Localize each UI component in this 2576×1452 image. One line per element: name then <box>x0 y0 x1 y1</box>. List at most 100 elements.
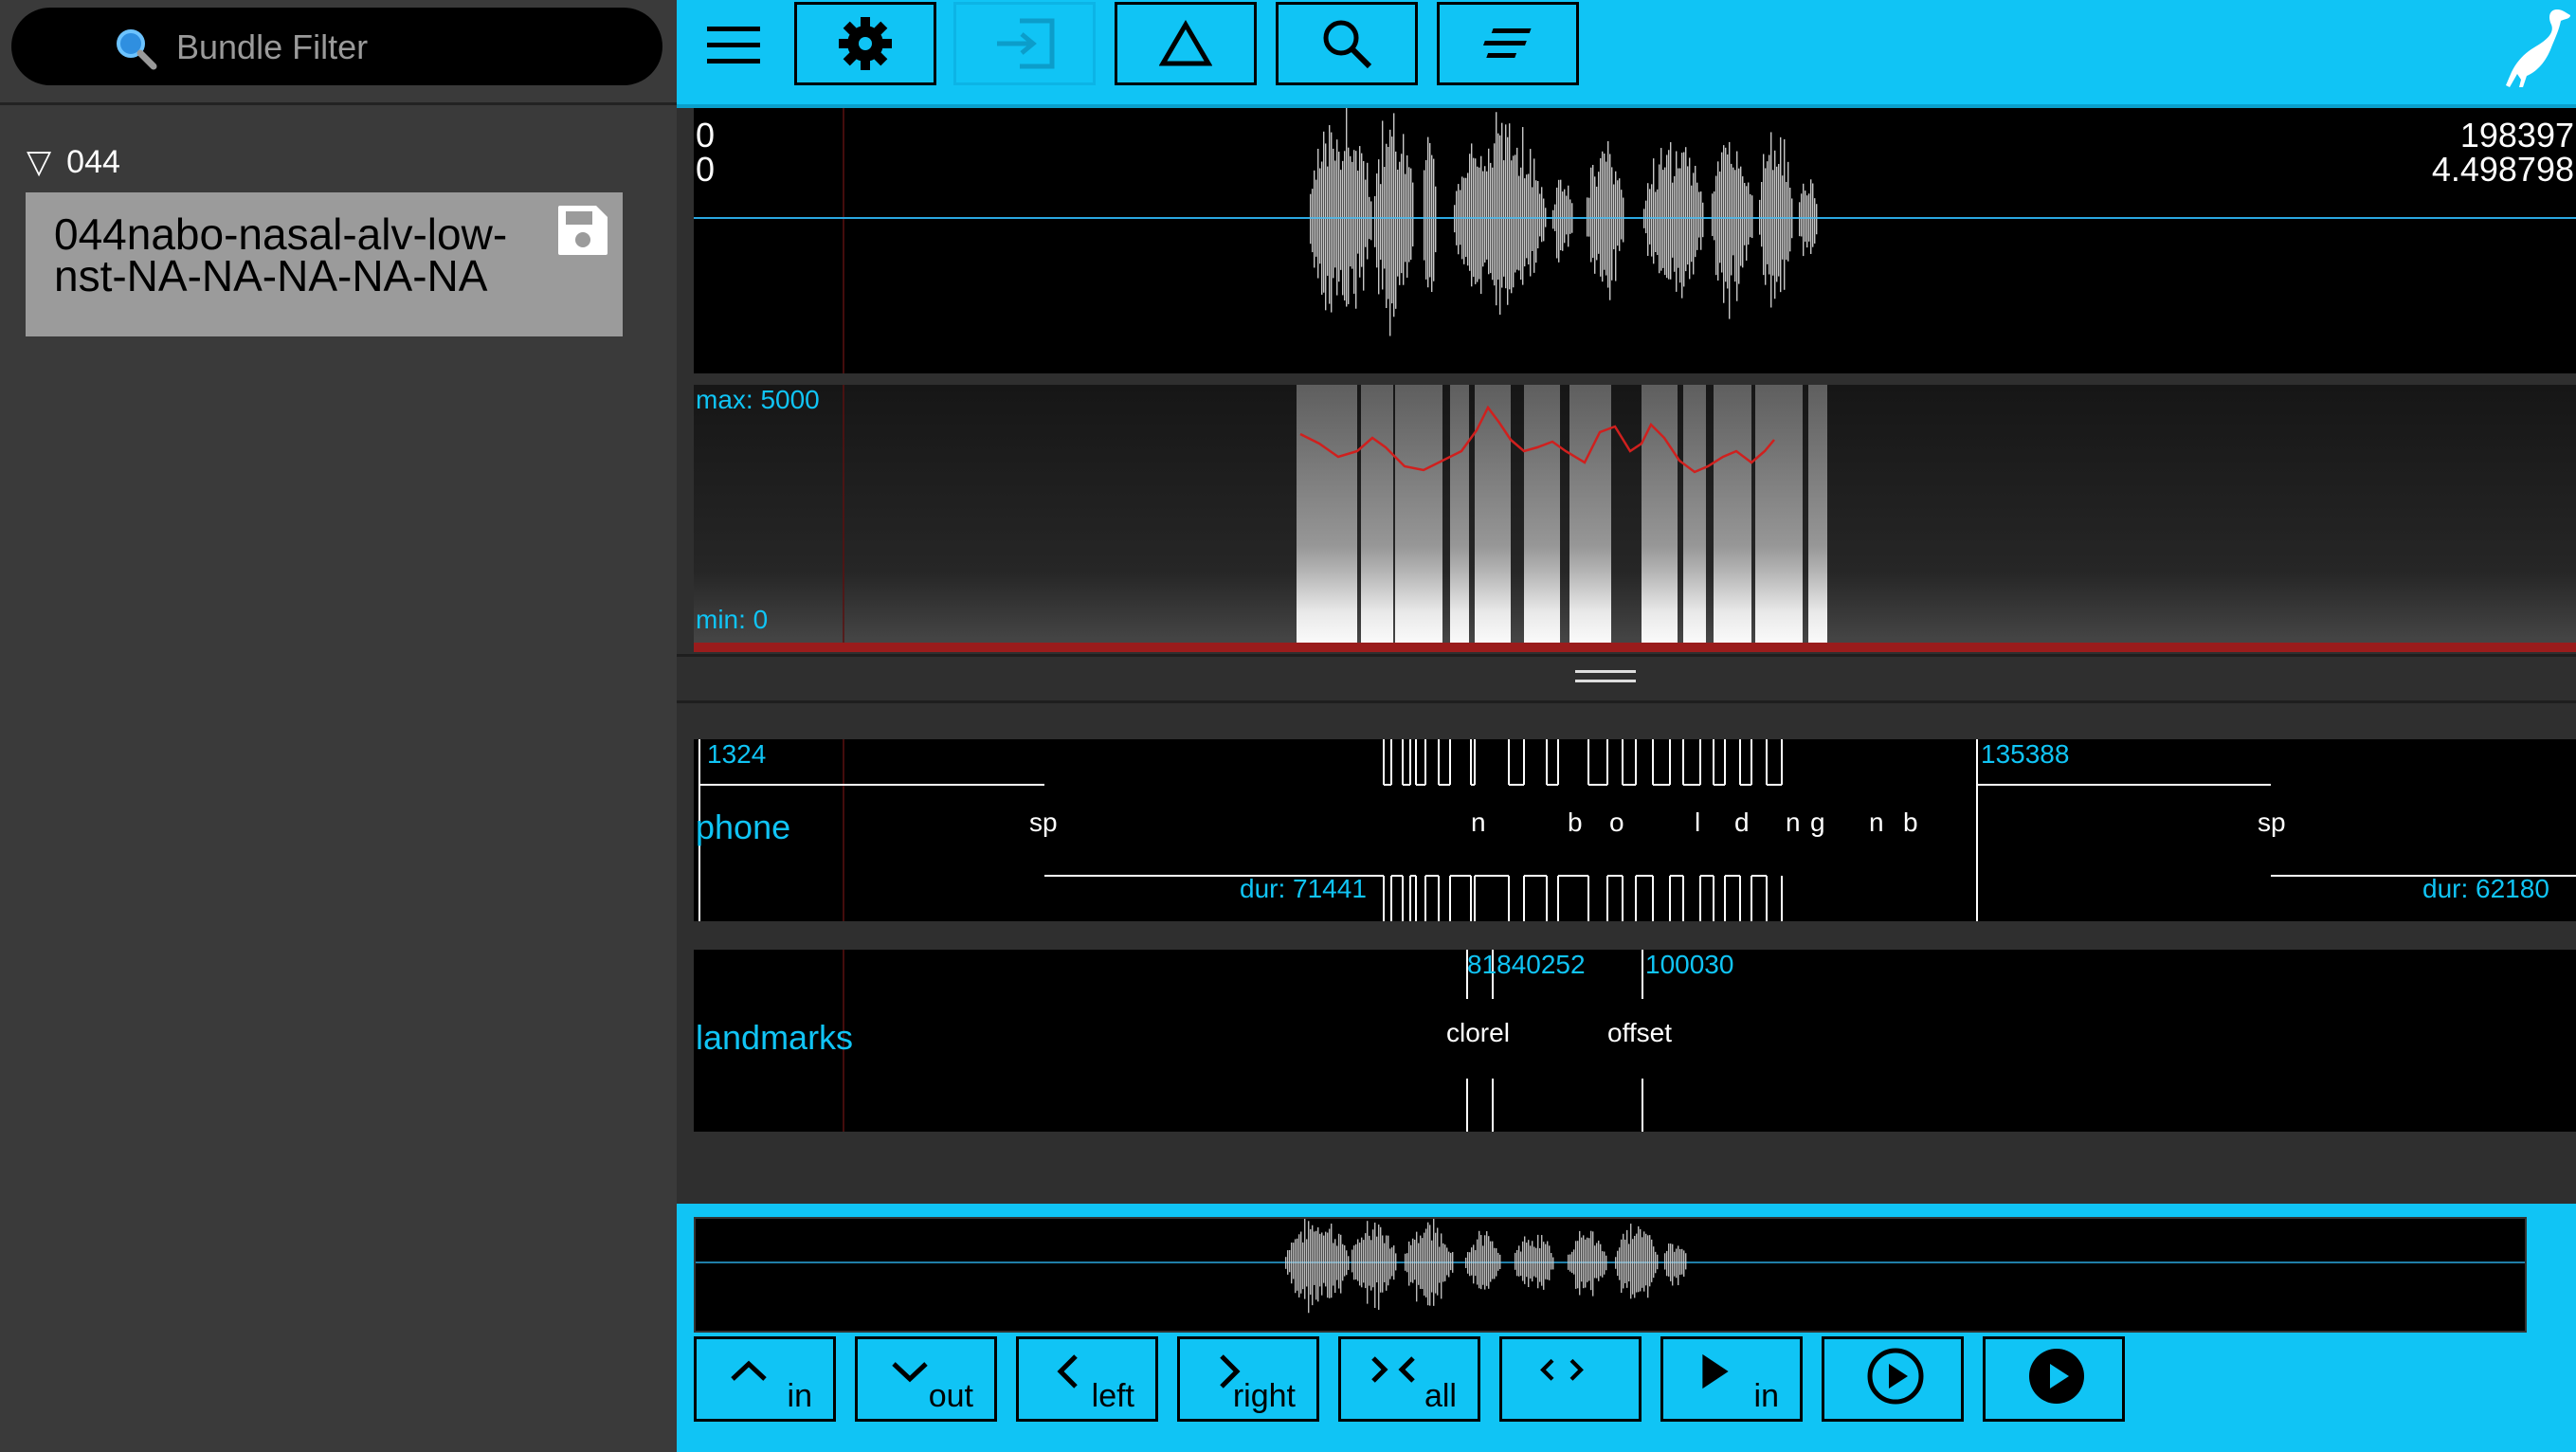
waveform-sample <box>1649 189 1651 245</box>
event-label[interactable]: offset <box>1607 1018 1672 1048</box>
delta-button[interactable] <box>1115 2 1257 85</box>
play-selection-button[interactable] <box>1822 1336 1964 1422</box>
waveform-sample <box>1787 161 1789 262</box>
align-button[interactable] <box>1437 2 1579 85</box>
waveform-sample <box>1740 166 1742 266</box>
waveform-sample <box>1418 1243 1420 1285</box>
session-row[interactable]: ▽ 044 <box>27 140 120 184</box>
waveform-sample <box>1812 183 1814 247</box>
view-all-button[interactable]: all <box>1338 1336 1480 1422</box>
segment-label[interactable]: n <box>1869 808 1884 838</box>
waveform-sample <box>1348 147 1350 304</box>
spectrogram-pane[interactable]: max: 5000 min: 0 <box>694 385 2576 652</box>
waveform-sample <box>1323 1235 1325 1283</box>
spectrogram-plot <box>694 385 2576 652</box>
play-in-view-button[interactable]: in <box>1660 1336 1803 1422</box>
waveform-pane[interactable]: 0 0 198397 4.498798 <box>694 108 2576 373</box>
waveform-sample <box>1410 168 1412 261</box>
waveform-sample <box>1626 1229 1628 1288</box>
code-icon <box>1540 1358 1584 1381</box>
waveform-sample <box>1535 180 1537 263</box>
waveform-sample <box>1573 1249 1575 1275</box>
collapse-toggle-icon[interactable]: ▽ <box>27 143 51 181</box>
spectrogram-band <box>1642 385 1678 652</box>
waveform-sample <box>1319 1233 1321 1287</box>
waveform-sample <box>1657 1254 1659 1270</box>
waveform-sample <box>1535 1247 1537 1278</box>
waveform-sample <box>1367 162 1369 260</box>
zoom-out-button[interactable]: out <box>855 1336 997 1422</box>
waveform-sample <box>1478 167 1480 280</box>
waveform-sample <box>1435 1232 1437 1294</box>
landmarks-level[interactable]: landmarks 81840252 100030 clorel offset <box>694 950 2576 1132</box>
play-all-button[interactable] <box>1983 1336 2125 1422</box>
selection-button[interactable] <box>1499 1336 1642 1422</box>
segment-label[interactable]: g <box>1810 808 1825 838</box>
waveform-sample <box>1484 1235 1486 1290</box>
bundle-filter-input[interactable] <box>174 21 633 74</box>
overview-waveform[interactable] <box>694 1212 2527 1333</box>
waveform-sample <box>1406 1253 1408 1273</box>
segment-label[interactable]: n <box>1471 808 1486 838</box>
bundle-item[interactable]: 044nabo-nasal-alv-low- nst-NA-NA-NA-NA-N… <box>26 192 623 336</box>
segment-label[interactable]: b <box>1568 808 1583 838</box>
waveform-sample <box>1391 136 1393 304</box>
waveform-sample <box>1683 1250 1685 1277</box>
menu-icon[interactable] <box>705 23 762 68</box>
waveform-sample <box>1583 1235 1585 1289</box>
waveform-sample <box>1569 1254 1571 1272</box>
waveform-sample <box>1336 1245 1338 1280</box>
scroll-right-button[interactable]: right <box>1177 1336 1319 1422</box>
scroll-left-button[interactable]: left <box>1016 1336 1158 1422</box>
waveform-sample <box>1592 164 1594 258</box>
segment-label[interactable]: n <box>1786 808 1801 838</box>
spectrogram-band <box>1297 385 1357 652</box>
waveform-sample <box>1317 1226 1319 1302</box>
waveform-sample <box>1317 148 1319 279</box>
waveform-sample <box>1734 170 1736 282</box>
waveform-sample <box>1668 1243 1670 1277</box>
segment-label[interactable]: sp <box>2258 808 2286 838</box>
waveform-sample <box>1442 1243 1444 1282</box>
waveform-sample <box>1541 1235 1543 1286</box>
import-button[interactable] <box>953 2 1096 85</box>
waveform-sample <box>1365 1233 1367 1289</box>
waveform-sample <box>1507 136 1509 305</box>
segment-label[interactable]: o <box>1609 808 1624 838</box>
segment-duration: dur: 71441 <box>1240 874 1367 903</box>
waveform-sample <box>1647 1235 1649 1298</box>
waveform-sample <box>1505 124 1507 289</box>
waveform-sample <box>1649 1235 1651 1287</box>
waveform-sample <box>1799 202 1801 237</box>
segment-label[interactable]: l <box>1695 808 1700 838</box>
segment-label[interactable]: b <box>1903 808 1918 838</box>
pane-resize-handle[interactable] <box>677 654 2576 703</box>
waveform-sample <box>1397 169 1399 277</box>
waveform-sample <box>1806 195 1808 248</box>
chevron-up-icon <box>731 1360 767 1381</box>
waveform-sample <box>1674 175 1676 272</box>
search-button[interactable] <box>1276 2 1418 85</box>
segment-label[interactable]: d <box>1734 808 1750 838</box>
waveform-sample <box>1778 163 1780 277</box>
spectrogram-band <box>1755 385 1803 652</box>
waveform-sample <box>1520 167 1522 281</box>
save-icon[interactable] <box>554 202 611 259</box>
phone-level[interactable]: phone 1324 135388 dur: 71441 dur: 62180 … <box>694 739 2576 921</box>
waveform-sample <box>1361 1237 1363 1288</box>
waveform-sample <box>1632 1239 1634 1295</box>
segment-label[interactable]: sp <box>1029 808 1058 838</box>
bundle-filter[interactable] <box>11 8 662 85</box>
event-label[interactable]: clorel <box>1446 1018 1510 1048</box>
waveform-sample <box>1732 167 1734 256</box>
play-icon <box>1702 1353 1729 1389</box>
waveform-sample <box>1389 129 1391 336</box>
waveform-sample <box>1600 1243 1602 1277</box>
waveform-sample <box>1408 1241 1410 1286</box>
spectrogram-band <box>1361 385 1393 652</box>
waveform-sample <box>1496 112 1497 306</box>
settings-button[interactable] <box>794 2 936 85</box>
waveform-sample <box>1452 1251 1454 1273</box>
waveform-sample <box>1446 1247 1448 1276</box>
zoom-in-button[interactable]: in <box>694 1336 836 1422</box>
